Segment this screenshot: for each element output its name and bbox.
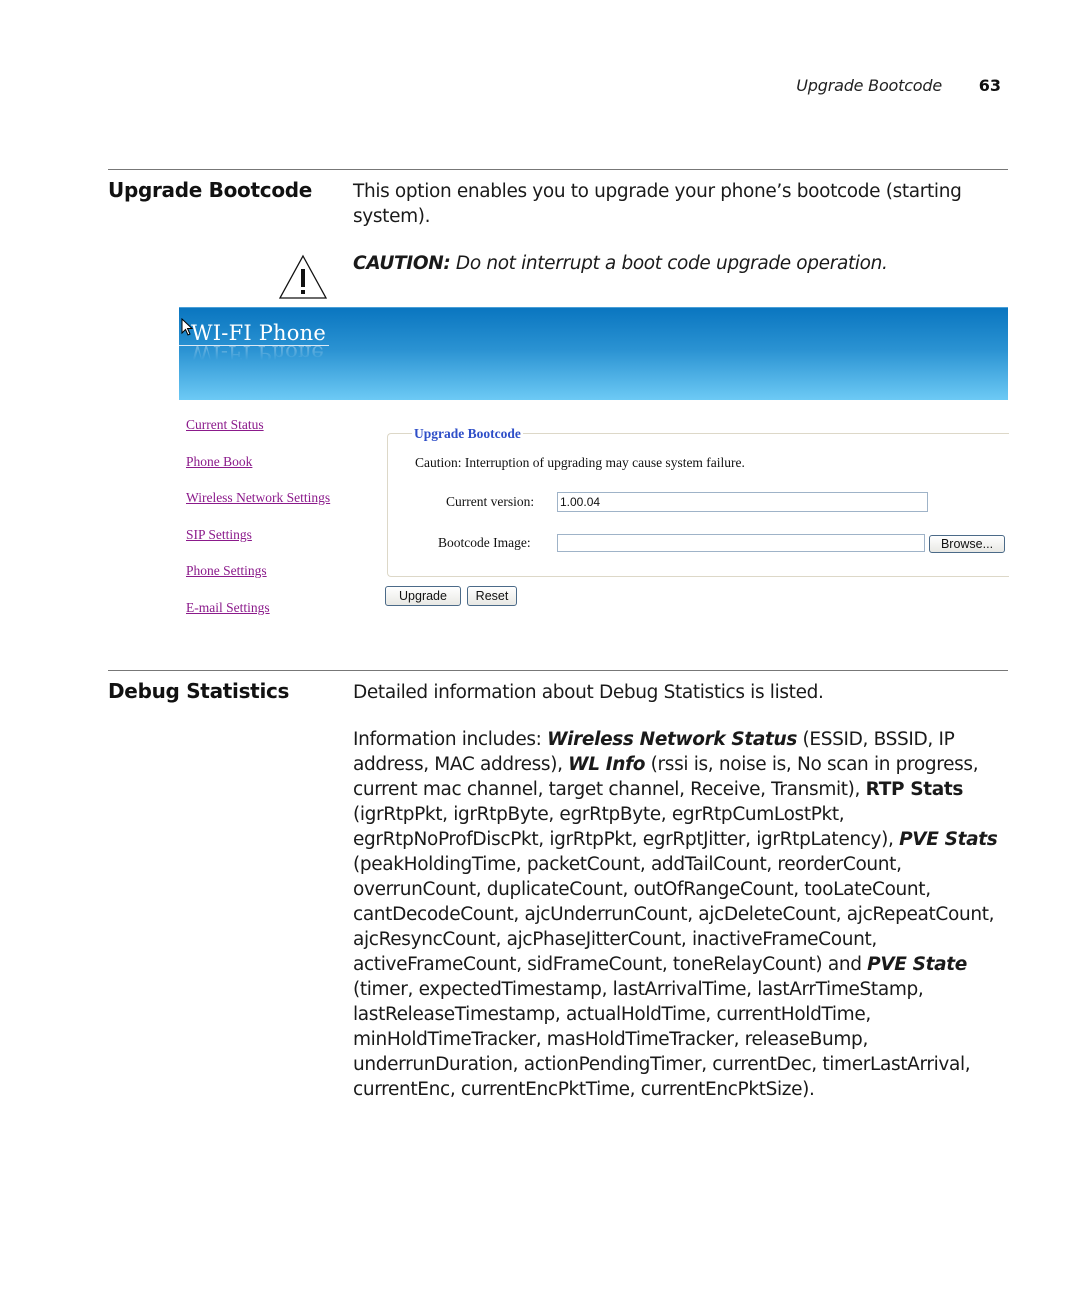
nav-link-phone-book[interactable]: Phone Book	[186, 454, 252, 470]
banner-title: WI-FI Phone	[191, 321, 326, 345]
caution-note: CAUTION: Do not interrupt a boot code up…	[353, 251, 1013, 276]
banner-underline	[179, 345, 329, 346]
debug-description: Detailed information about Debug Statist…	[353, 682, 824, 703]
embedded-screenshot: WI-FI Phone WI-FI Phone Current Status P…	[179, 307, 1009, 637]
mouse-pointer-icon	[181, 318, 193, 336]
section-heading-upgrade-bootcode: Upgrade Bootcode	[108, 178, 313, 202]
nav-link-current-status[interactable]: Current Status	[186, 417, 264, 433]
upgrade-description: This option enables you to upgrade your …	[353, 181, 962, 227]
section-divider	[108, 169, 1008, 170]
nav-link-phone-settings[interactable]: Phone Settings	[186, 563, 267, 579]
warning-triangle-icon	[278, 254, 328, 299]
info-term-rtp-stats: RTP Stats	[865, 779, 964, 800]
form-caution-text: Caution: Interruption of upgrading may c…	[415, 455, 745, 470]
bootcode-image-label: Bootcode Image:	[438, 535, 531, 550]
info-text: (igrRtpPkt, igrRtpByte, egrRtpByte, egrR…	[353, 804, 900, 850]
section-heading-debug-statistics: Debug Statistics	[108, 679, 290, 703]
nav-link-wireless-network-settings[interactable]: Wireless Network Settings	[186, 490, 330, 506]
info-text: Information includes:	[353, 729, 548, 750]
fieldset-legend: Upgrade Bootcode	[412, 426, 523, 442]
nav-link-sip-settings[interactable]: SIP Settings	[186, 527, 252, 543]
running-title: Upgrade Bootcode	[796, 76, 942, 95]
page-number: 63	[978, 76, 1001, 95]
info-text: (timer, expectedTimestamp, lastArrivalTi…	[353, 979, 971, 1100]
debug-info-paragraph: Information includes: Wireless Network S…	[353, 727, 1008, 1102]
banner: WI-FI Phone WI-FI Phone	[179, 307, 1008, 400]
current-version-label: Current version:	[446, 494, 535, 509]
nav-link-email-settings[interactable]: E-mail Settings	[186, 600, 270, 616]
bootcode-image-field[interactable]	[557, 534, 925, 552]
info-term-pve-stats: PVE Stats	[899, 829, 998, 850]
caution-message: Do not interrupt a boot code upgrade ope…	[450, 253, 888, 274]
upgrade-button[interactable]: Upgrade	[385, 586, 461, 606]
info-term-wl-info: WL Info	[568, 754, 646, 775]
section-divider	[108, 670, 1008, 671]
running-header: Upgrade Bootcode 63	[0, 76, 1001, 100]
browse-button[interactable]: Browse...	[929, 535, 1005, 553]
info-term-wireless-network-status: Wireless Network Status	[547, 729, 798, 750]
caution-label: CAUTION:	[353, 253, 451, 274]
info-term-pve-state: PVE State	[867, 954, 967, 975]
current-version-field[interactable]: 1.00.04	[557, 492, 928, 512]
reset-button[interactable]: Reset	[467, 586, 517, 606]
